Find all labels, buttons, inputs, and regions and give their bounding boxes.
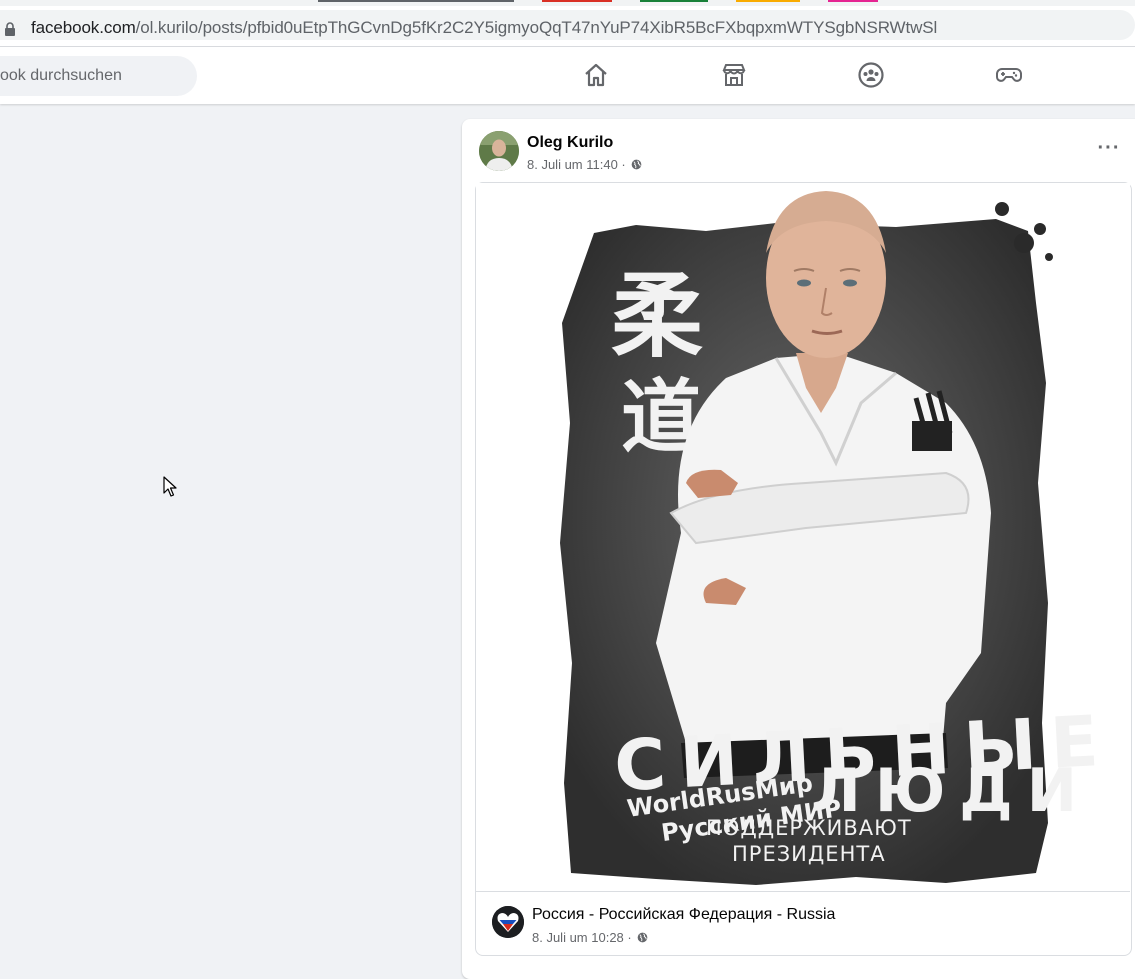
home-icon[interactable] <box>582 61 610 89</box>
post-timestamp[interactable]: 8. Juli um 11:40 · <box>527 157 642 172</box>
url-field[interactable]: facebook.com/ol.kurilo/posts/pfbid0uEtpT… <box>0 10 1135 40</box>
shared-page-name[interactable]: Россия - Российская Федерация - Russia <box>532 906 835 924</box>
url-host: facebook.com <box>31 18 136 37</box>
globe-icon <box>637 932 648 943</box>
search-box[interactable] <box>0 56 197 96</box>
poster-sub-line1: ПОДДЕРЖИВАЮТ <box>706 816 912 840</box>
post-image[interactable]: 柔 道 СИЛЬНЫЕ ЛЮДИ WorldRusМир Русский МИР… <box>476 183 1130 891</box>
page-avatar[interactable] <box>492 906 524 938</box>
url-path: /ol.kurilo/posts/pfbid0uEtpThGCvnDg5fKr2… <box>135 18 938 37</box>
groups-icon[interactable] <box>857 61 885 89</box>
tab-color-marker <box>318 0 514 2</box>
poster-artwork: 柔 道 СИЛЬНЫЕ ЛЮДИ WorldRusМир Русский МИР… <box>476 183 1130 891</box>
search-input[interactable] <box>0 56 180 96</box>
tab-color-marker <box>736 0 800 2</box>
post-timestamp-text: 8. Juli um 11:40 · <box>527 157 630 172</box>
facebook-top-bar <box>0 47 1135 104</box>
tab-color-marker <box>542 0 612 2</box>
lock-icon[interactable] <box>4 21 16 37</box>
post-options-button[interactable]: ··· <box>1094 138 1124 162</box>
post-author-name[interactable]: Oleg Kurilo <box>527 134 613 152</box>
shared-post-timestamp-text: 8. Juli um 10:28 · <box>532 930 636 945</box>
mouse-cursor-icon <box>163 476 177 497</box>
marketplace-icon[interactable] <box>720 61 748 89</box>
globe-icon <box>632 159 642 170</box>
shared-post-divider <box>476 891 1130 892</box>
poster-kanji-ju: 柔 <box>611 263 703 370</box>
shared-post-timestamp[interactable]: 8. Juli um 10:28 · <box>532 930 648 945</box>
browser-address-bar: facebook.com/ol.kurilo/posts/pfbid0uEtpT… <box>0 6 1135 47</box>
poster-sub-line2: ПРЕЗИДЕНТА <box>732 842 886 866</box>
author-avatar[interactable] <box>479 131 519 171</box>
tab-color-marker <box>828 0 878 2</box>
tab-color-marker <box>640 0 708 2</box>
gaming-icon[interactable] <box>995 61 1023 89</box>
url-text[interactable]: facebook.com/ol.kurilo/posts/pfbid0uEtpT… <box>31 18 937 38</box>
